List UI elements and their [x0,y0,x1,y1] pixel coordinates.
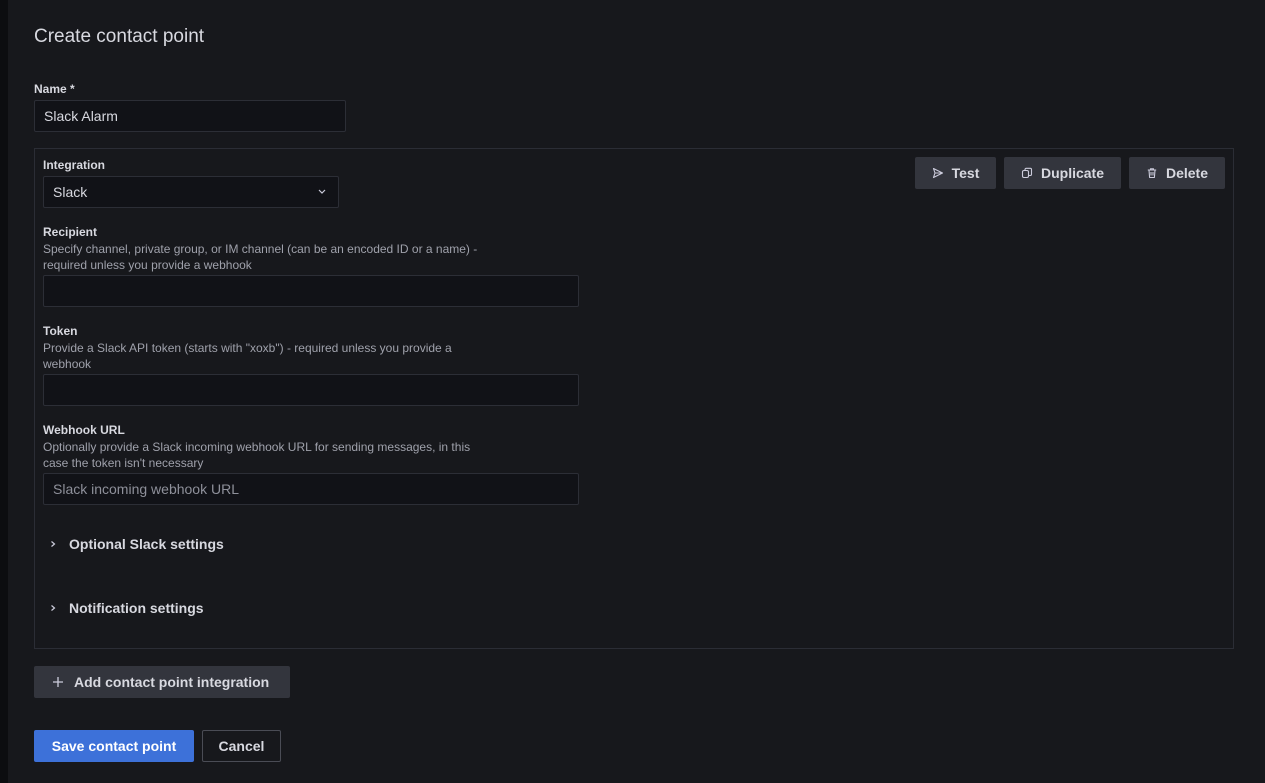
duplicate-button-label: Duplicate [1040,165,1104,181]
copy-icon [1021,167,1033,179]
integration-label: Integration [43,158,105,172]
chevron-right-icon [51,605,56,611]
test-button-label: Test [951,165,980,181]
name-input[interactable]: Slack Alarm [34,100,346,132]
optional-slack-settings-label: Optional Slack settings [69,536,224,552]
token-label: Token [43,324,78,338]
save-contact-point-button[interactable]: Save contact point [34,730,194,762]
notification-settings-toggle[interactable]: Notification settings [49,600,204,616]
add-integration-label: Add contact point integration [74,674,270,690]
chevron-down-icon [318,189,326,194]
optional-slack-settings-toggle[interactable]: Optional Slack settings [49,536,224,552]
integration-select[interactable]: Slack [43,176,339,208]
delete-button-label: Delete [1165,165,1209,181]
recipient-description: Specify channel, private group, or IM ch… [43,242,478,272]
recipient-label: Recipient [43,225,98,239]
duplicate-button[interactable]: Duplicate [1004,157,1121,189]
create-contact-point-page: Create contact point Name * Slack Alarm … [8,0,1265,783]
webhook-url-label: Webhook URL [43,423,125,437]
test-button[interactable]: Test [915,157,996,189]
plus-icon [53,677,63,687]
recipient-input[interactable] [43,275,579,307]
notification-settings-label: Notification settings [69,600,204,616]
webhook-url-description: Optionally provide a Slack incoming webh… [43,440,471,470]
trash-icon [1147,168,1157,179]
delete-button[interactable]: Delete [1129,157,1225,189]
name-label: Name * [34,82,75,96]
chevron-right-icon [51,541,56,547]
integration-panel: Integration Slack Test Duplicate Delete [34,148,1234,649]
cancel-button[interactable]: Cancel [202,730,281,762]
token-input[interactable] [43,374,579,406]
left-edge [0,0,8,783]
integration-selected-value: Slack [53,184,88,200]
webhook-url-input[interactable]: Slack incoming webhook URL [43,473,579,505]
add-contact-point-integration-button[interactable]: Add contact point integration [34,666,290,698]
send-icon [932,167,943,179]
page-title: Create contact point [34,26,205,47]
token-description: Provide a Slack API token (starts with "… [43,341,452,371]
